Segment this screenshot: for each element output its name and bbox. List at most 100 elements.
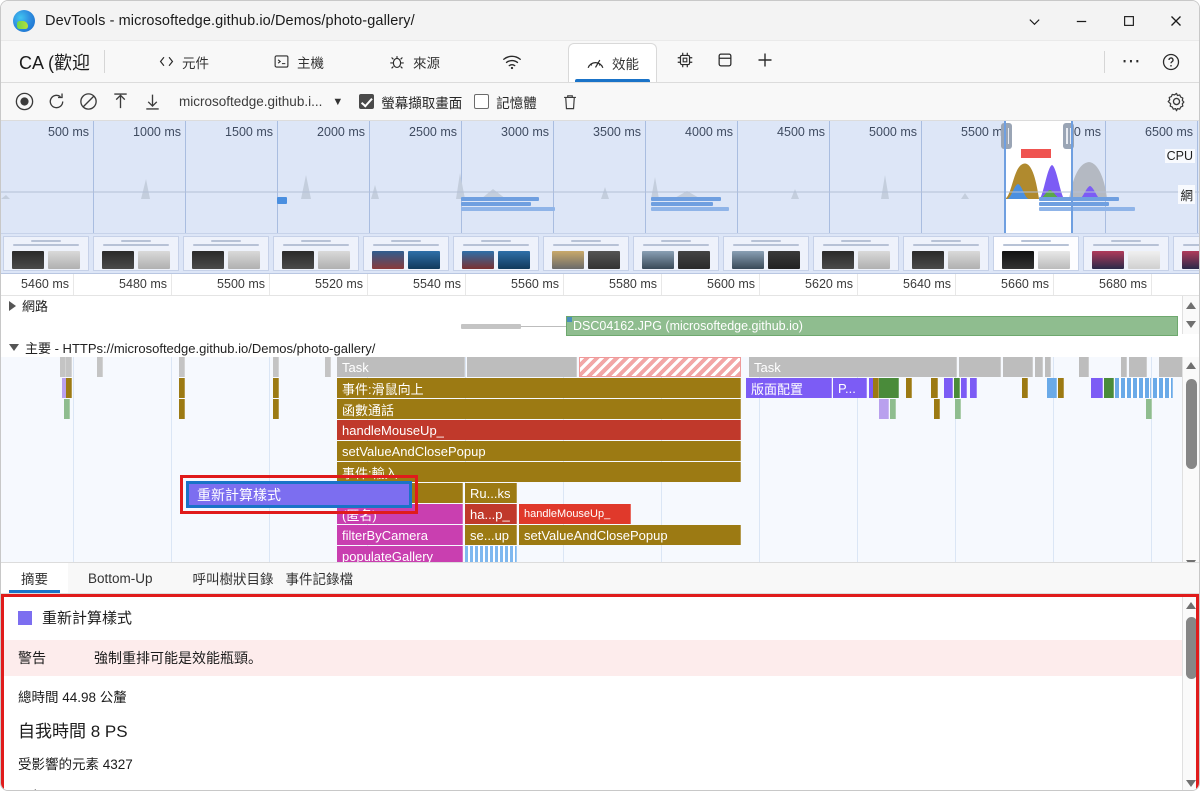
flame-bar-misc[interactable] — [970, 378, 977, 398]
filmstrip[interactable] — [1, 234, 1199, 274]
filmstrip-frame[interactable] — [723, 236, 809, 271]
flame-bar-misc[interactable] — [906, 378, 912, 398]
flame-bar-task[interactable] — [1003, 357, 1033, 377]
flame-bar-sliver[interactable] — [955, 399, 961, 419]
flame-bar-sliver[interactable] — [879, 399, 889, 419]
filmstrip-frame[interactable] — [1083, 236, 1169, 271]
flame-bar-task[interactable] — [959, 357, 1001, 377]
flame-bar-task[interactable] — [1129, 357, 1147, 377]
tab-memory[interactable] — [665, 41, 705, 83]
tab-call-tree[interactable]: 呼叫樹狀目錄 — [173, 563, 280, 593]
flame-bar-task[interactable] — [1079, 357, 1089, 377]
flame-bar-striped-group[interactable] — [465, 546, 517, 562]
flame-bar-sliver[interactable] — [273, 357, 279, 377]
filmstrip-frame[interactable] — [993, 236, 1079, 271]
network-scroll-down-arrow[interactable] — [1182, 315, 1199, 334]
summary-scrollbar-thumb[interactable] — [1186, 617, 1197, 679]
settings-gear-button[interactable] — [1161, 87, 1191, 117]
flame-chart-scrollbar[interactable] — [1182, 357, 1199, 562]
filmstrip-frame[interactable] — [1173, 236, 1199, 271]
flame-bar-setvalue[interactable]: setValueAndClosePopup — [337, 441, 741, 461]
memory-checkbox[interactable]: 記憶體 — [464, 92, 537, 112]
flame-bar-misc[interactable] — [1091, 378, 1103, 398]
flame-bar-misc[interactable] — [1022, 378, 1028, 398]
close-icon[interactable] — [1152, 1, 1199, 41]
minimize-icon[interactable] — [1058, 1, 1105, 41]
reload-and-record-button[interactable] — [41, 87, 71, 117]
flame-bar-misc[interactable] — [1153, 378, 1173, 398]
summary-scrollbar[interactable] — [1182, 597, 1199, 791]
flame-bar-sliver[interactable] — [179, 399, 185, 419]
filmstrip-frame[interactable] — [273, 236, 359, 271]
timeline-overview[interactable]: 500 ms 1000 ms 1500 ms 2000 ms 2500 ms 3… — [1, 121, 1199, 234]
tab-console[interactable]: 主機 — [256, 41, 341, 82]
flame-bar-paint-green[interactable] — [879, 378, 899, 398]
track-header-network[interactable]: 網路 — [1, 296, 1199, 315]
overview-selection-handle-left[interactable] — [1001, 123, 1012, 149]
summary-scroll-down-arrow[interactable] — [1183, 775, 1199, 791]
selected-flame-bar[interactable]: 重新計算樣式 — [186, 481, 412, 508]
filmstrip-frame[interactable] — [633, 236, 719, 271]
flame-bar-sliver[interactable] — [64, 399, 70, 419]
scroll-up-arrow[interactable] — [1183, 357, 1199, 373]
flame-bar-task[interactable] — [1035, 357, 1043, 377]
flame-bar-task[interactable]: Task — [337, 357, 465, 377]
tab-elements[interactable]: 元件 — [141, 41, 226, 82]
delete-recording-button[interactable] — [555, 87, 585, 117]
flame-bar-sliver[interactable] — [66, 378, 72, 398]
flame-bar-misc[interactable] — [944, 378, 953, 398]
flame-bar-layout[interactable]: 版面配置 — [746, 378, 832, 398]
flame-bar-misc[interactable] — [1047, 378, 1057, 398]
filmstrip-frame[interactable] — [93, 236, 179, 271]
tab-sources[interactable]: 來源 — [371, 41, 457, 82]
filmstrip-frame[interactable] — [903, 236, 989, 271]
network-request-bar[interactable]: DSC04162.JPG (microsoftedge.github.io) — [566, 316, 1178, 336]
tab-performance[interactable]: 效能 — [568, 43, 657, 82]
tab-application[interactable] — [705, 41, 745, 83]
filmstrip-frame[interactable] — [453, 236, 539, 271]
flame-bar-task[interactable]: Task — [749, 357, 957, 377]
flame-bar-function-call[interactable]: 函數通話 — [337, 399, 741, 419]
flame-bar-sliver[interactable] — [273, 378, 279, 398]
upload-profile-button[interactable] — [105, 87, 135, 117]
flame-bar-sliver[interactable] — [325, 357, 331, 377]
flame-bar-handle-popup[interactable]: ha...p_ — [465, 504, 517, 524]
add-panel-button[interactable] — [745, 41, 785, 83]
flame-bar-sliver[interactable] — [179, 357, 185, 377]
flame-bar-task[interactable] — [1159, 357, 1183, 377]
flame-bar-misc[interactable] — [1058, 378, 1064, 398]
summary-scroll-up-arrow[interactable] — [1183, 597, 1199, 613]
filmstrip-frame[interactable] — [813, 236, 899, 271]
flame-bar-sliver[interactable] — [273, 399, 279, 419]
flame-bar-run-tasks[interactable]: Ru...ks — [465, 483, 517, 503]
flame-bar-populate-gallery[interactable]: populateGallery — [337, 546, 463, 562]
flame-bar-handle-mouseup-2[interactable]: handleMouseUp_ — [519, 504, 631, 524]
more-options-icon[interactable]: ⋯ — [1111, 41, 1151, 83]
flame-bar-task[interactable] — [467, 357, 577, 377]
flame-bar-sliver[interactable] — [66, 357, 72, 377]
selector-stats-link[interactable]: Selector Stats — [18, 787, 1182, 791]
expand-chevron-right-icon[interactable] — [9, 301, 16, 311]
flame-chart-canvas[interactable]: Task Task 事件:滑鼠向上 版面配置 P... — [1, 357, 1199, 562]
flame-bar-long-task-hatch[interactable] — [579, 357, 741, 377]
flame-bar-handle-mouseup[interactable]: handleMouseUp_ — [337, 420, 741, 440]
flame-bar-setvalue-short[interactable]: se...up — [465, 525, 517, 545]
flame-bar-sliver[interactable] — [934, 399, 940, 419]
flame-bar-sliver[interactable] — [1146, 399, 1152, 419]
clear-button[interactable] — [73, 87, 103, 117]
flame-bar-misc[interactable] — [954, 378, 960, 398]
flame-bar-misc[interactable] — [1104, 378, 1114, 398]
tab-summary[interactable]: 摘要 — [1, 563, 68, 593]
flame-bar-sliver[interactable] — [890, 399, 896, 419]
flame-bar-task[interactable] — [1121, 357, 1127, 377]
flame-bar-paint[interactable]: P... — [833, 378, 867, 398]
flame-bar-event-mouseup[interactable]: 事件:滑鼠向上 — [337, 378, 741, 398]
screenshots-checkbox[interactable]: 螢幕擷取畫面 — [349, 92, 462, 112]
tab-bottom-up[interactable]: Bottom-Up — [68, 563, 173, 593]
tab-network[interactable] — [485, 41, 546, 82]
track-header-main[interactable]: 主要 - HTTPs://microsoftedge.github.io/Dem… — [1, 338, 1199, 357]
maximize-icon[interactable] — [1105, 1, 1152, 41]
flame-bar-sliver[interactable] — [97, 357, 103, 377]
download-profile-button[interactable] — [137, 87, 167, 117]
help-icon[interactable] — [1151, 41, 1191, 83]
